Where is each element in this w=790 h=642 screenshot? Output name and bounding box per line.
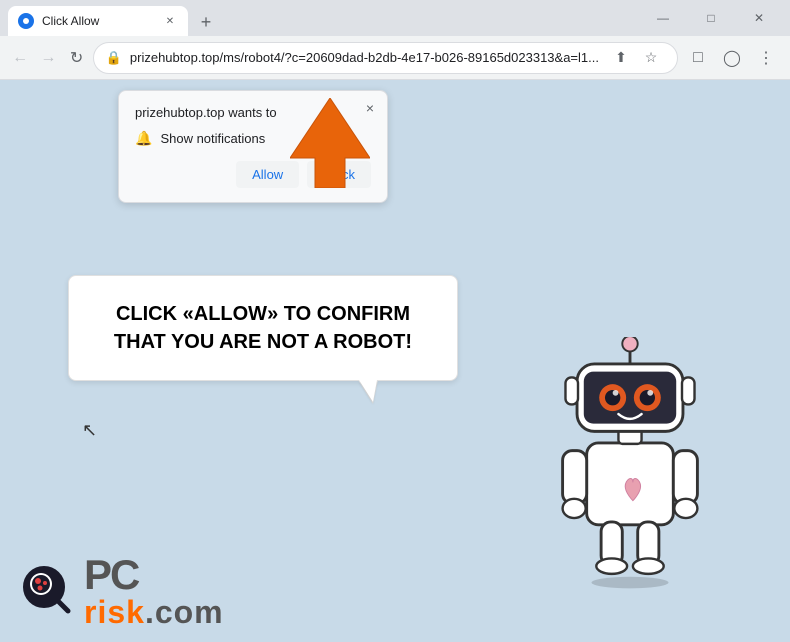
orange-arrow (290, 98, 370, 193)
pcrisk-text: PC risk.com (84, 554, 224, 628)
extensions-button[interactable]: □ (682, 42, 714, 74)
tab-title: Click Allow (42, 14, 154, 28)
bubble-text: CLICK «ALLOW» TO CONFIRM THAT YOU ARE NO… (97, 300, 429, 356)
share-button[interactable]: ⬆ (607, 44, 635, 72)
lock-icon: 🔒 (106, 50, 122, 66)
new-tab-button[interactable]: + (192, 8, 220, 36)
address-actions: ⬆ ☆ (607, 44, 665, 72)
maximize-button[interactable]: □ (688, 0, 734, 36)
mouse-cursor: ↖ (82, 420, 97, 441)
bell-icon: 🔔 (135, 130, 152, 147)
tab-close-button[interactable]: ✕ (162, 13, 178, 29)
tab-area: Click Allow ✕ + (8, 0, 636, 36)
pcrisk-logo: PC risk.com (22, 554, 224, 628)
window-controls: — □ ✕ (640, 0, 782, 36)
back-button[interactable]: ← (8, 42, 32, 74)
bookmark-button[interactable]: ☆ (637, 44, 665, 72)
profile-button[interactable]: ◯ (716, 42, 748, 74)
minimize-button[interactable]: — (640, 0, 686, 36)
page-content: × prizehubtop.top wants to 🔔 Show notifi… (0, 80, 790, 642)
address-bar[interactable]: 🔒 prizehubtop.top/ms/robot4/?c=20609dad-… (93, 42, 678, 74)
robot-container (530, 337, 730, 602)
url-text: prizehubtop.top/ms/robot4/?c=20609dad-b2… (130, 50, 599, 65)
close-button[interactable]: ✕ (736, 0, 782, 36)
active-tab[interactable]: Click Allow ✕ (8, 6, 188, 36)
popup-row-text: Show notifications (160, 131, 265, 146)
speech-bubble: CLICK «ALLOW» TO CONFIRM THAT YOU ARE NO… (68, 275, 458, 381)
toolbar-actions: □ ◯ ⋮ (682, 42, 782, 74)
menu-button[interactable]: ⋮ (750, 42, 782, 74)
navbar: ← → ↻ 🔒 prizehubtop.top/ms/robot4/?c=206… (0, 36, 790, 80)
tab-favicon (18, 13, 34, 29)
titlebar: Click Allow ✕ + — □ ✕ (0, 0, 790, 36)
refresh-button[interactable]: ↻ (64, 42, 88, 74)
forward-button[interactable]: → (36, 42, 60, 74)
